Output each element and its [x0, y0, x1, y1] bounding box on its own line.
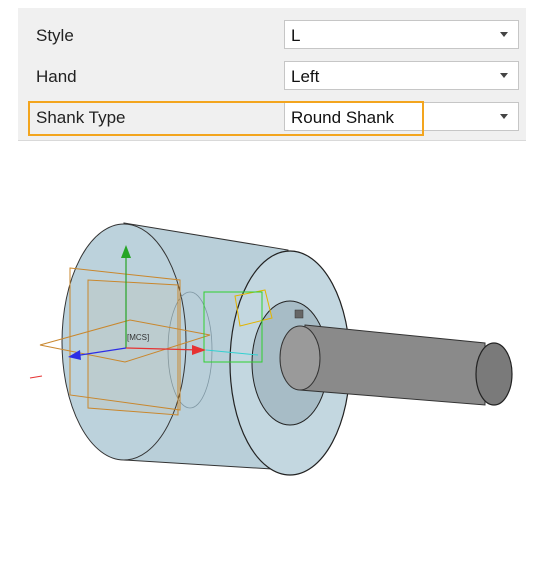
- chevron-down-icon: [500, 73, 508, 78]
- graphics-viewport[interactable]: [MCS]: [0, 150, 540, 569]
- chevron-down-icon: [500, 114, 508, 119]
- mcs-label: [MCS]: [127, 333, 149, 342]
- style-dropdown[interactable]: L: [284, 20, 519, 49]
- shank-type-row: Shank Type Round Shank: [18, 98, 526, 138]
- shank-type-value: Round Shank: [291, 108, 395, 127]
- properties-panel: Style L Hand Left Shank Type Round Shank: [18, 8, 526, 141]
- hand-row: Hand Left: [18, 57, 526, 97]
- style-row: Style L: [18, 16, 526, 56]
- hand-label: Hand: [36, 67, 77, 86]
- chevron-down-icon: [500, 32, 508, 37]
- hand-value: Left: [291, 67, 320, 86]
- style-label: Style: [36, 26, 74, 45]
- shank-type-label: Shank Type: [36, 108, 126, 127]
- shank-type-dropdown[interactable]: Round Shank: [284, 102, 519, 131]
- style-value: L: [291, 26, 301, 45]
- hand-dropdown[interactable]: Left: [284, 61, 519, 90]
